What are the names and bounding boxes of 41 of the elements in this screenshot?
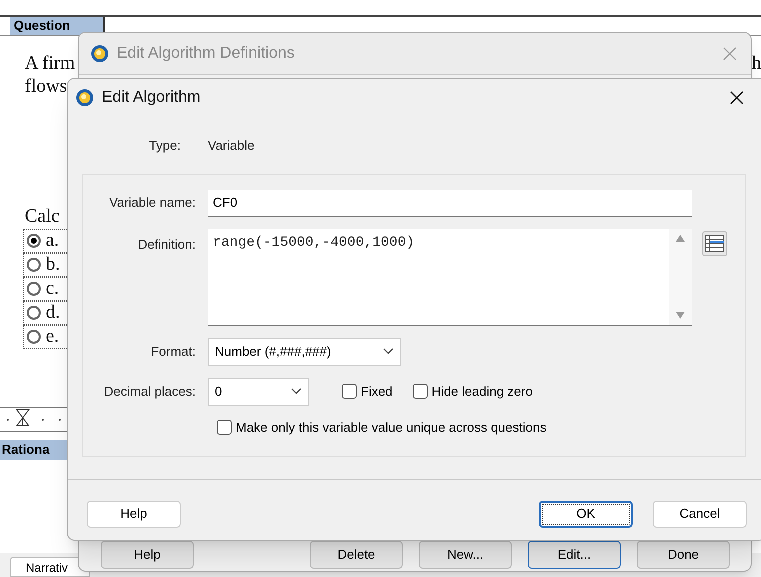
scrollbar[interactable]	[669, 228, 692, 324]
definition-field[interactable]: range(-15000,-4000,1000)	[208, 228, 692, 326]
dialog-button[interactable]: Edit...	[528, 541, 621, 569]
scroll-up-icon[interactable]	[676, 234, 685, 242]
field-label: Format:	[150, 342, 197, 361]
field-label: Decimal places:	[103, 382, 197, 401]
type-label: Type:	[148, 137, 182, 155]
scroll-down-icon[interactable]	[676, 312, 685, 318]
dialog-button[interactable]: Cancel	[653, 500, 747, 528]
app-logo-icon	[91, 44, 109, 62]
close-icon[interactable]	[730, 91, 744, 105]
narrative-tab[interactable]: Narrativ	[10, 557, 90, 577]
question-tab[interactable]: Question	[10, 17, 105, 35]
field-label: Variable name:	[108, 194, 197, 212]
chevron-down-icon	[291, 388, 302, 395]
list-icon[interactable]	[702, 230, 728, 256]
dialog-button[interactable]: Help	[101, 541, 194, 569]
dialog-button[interactable]: Help	[87, 500, 181, 528]
type-value: Variable	[207, 137, 255, 155]
checkbox-label: Fixed	[361, 382, 393, 401]
checkbox[interactable]	[342, 384, 357, 399]
checkbox-label: Make only this variable value unique across questions	[236, 418, 547, 437]
decimal-places-dropdown[interactable]: 0	[208, 378, 309, 406]
field-label: Definition:	[137, 236, 197, 254]
format-dropdown[interactable]: Number (#,###,###)	[208, 338, 401, 366]
dialog-title: Edit Algorithm	[102, 88, 201, 108]
dialog-button[interactable]: Done	[637, 541, 730, 569]
chevron-down-icon	[383, 348, 394, 355]
dialog-button[interactable]: Delete	[310, 541, 403, 569]
checkbox[interactable]	[217, 420, 232, 435]
dialog-button[interactable]: OK	[539, 500, 633, 528]
dialog-title: Edit Algorithm Definitions	[117, 44, 295, 64]
dialog-button[interactable]: New...	[419, 541, 512, 569]
variable-name-field[interactable]: CF0	[208, 190, 692, 216]
checkbox[interactable]	[412, 384, 428, 399]
app-logo-icon	[76, 89, 94, 107]
question-text: h	[752, 52, 761, 76]
question-text: flows	[25, 75, 68, 99]
question-prompt: Calc	[25, 205, 60, 229]
question-text: A firm	[25, 52, 76, 76]
checkbox-label: Hide leading zero	[432, 382, 533, 401]
